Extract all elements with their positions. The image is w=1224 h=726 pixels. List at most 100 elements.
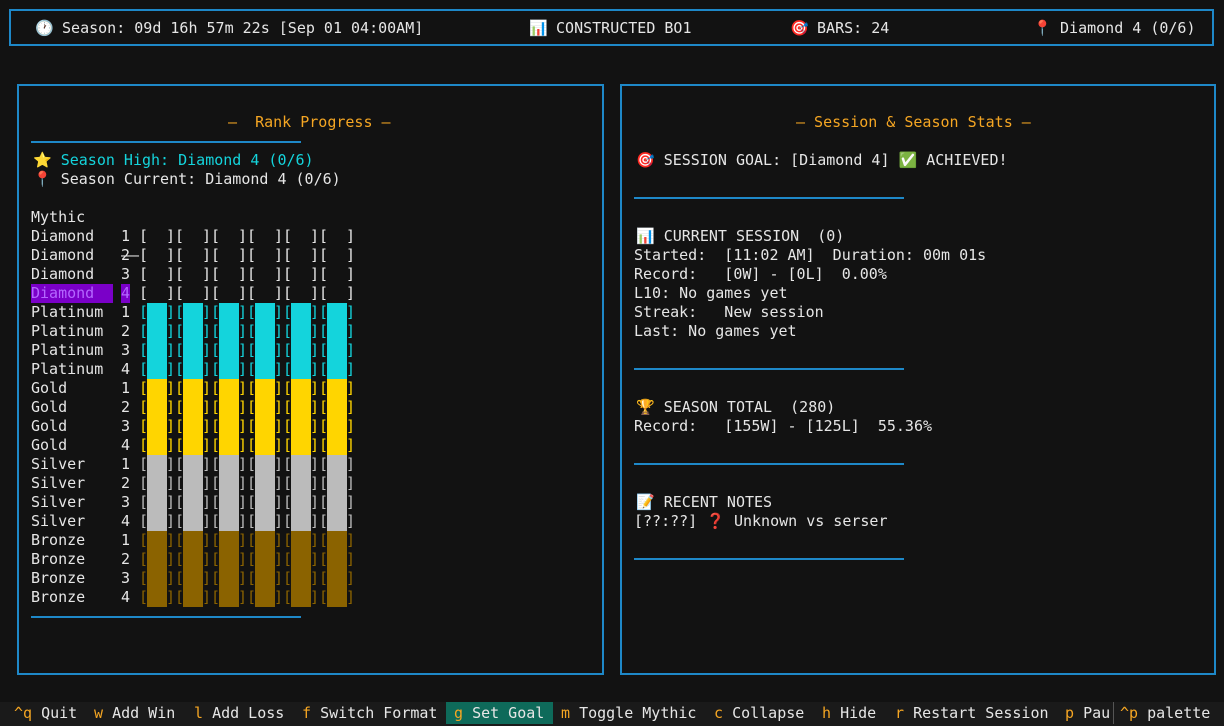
- progress-fill: [219, 322, 239, 341]
- bracket: [: [139, 265, 149, 283]
- season-record: Record: [155W] - [125L] 55.36%: [634, 417, 933, 435]
- progress-cell: []: [283, 417, 319, 436]
- progress-fill: [183, 474, 203, 493]
- progress-cell: []: [319, 436, 355, 455]
- bracket: ]: [274, 246, 284, 264]
- bracket: [: [175, 531, 185, 549]
- bracket: ]: [202, 455, 212, 473]
- shortcut-set-goal[interactable]: g Set Goal: [446, 702, 553, 724]
- bracket: [: [211, 265, 221, 283]
- key-hint: c: [714, 704, 724, 722]
- bracket: ]: [310, 398, 320, 416]
- progress-fill: [327, 493, 347, 512]
- progress-fill: [219, 512, 239, 531]
- bracket: [: [283, 227, 293, 245]
- progress-cell: []: [283, 246, 319, 265]
- shortcut-switch-format[interactable]: f Switch Format: [302, 702, 437, 724]
- bracket: [: [319, 398, 329, 416]
- bracket: ]: [274, 379, 284, 397]
- progress-fill: [327, 569, 347, 588]
- key-hint: f: [302, 704, 312, 722]
- division-label: 1: [121, 531, 131, 549]
- progress-fill: [291, 455, 311, 474]
- bracket: [: [319, 474, 329, 492]
- footer-separator: [1113, 702, 1114, 724]
- progress-cell: []: [175, 588, 211, 607]
- bracket: [: [247, 379, 257, 397]
- progress-fill: [327, 588, 347, 607]
- tier-label: Platinum: [31, 341, 104, 359]
- progress-cell: []: [139, 303, 175, 322]
- progress-fill: [219, 531, 239, 550]
- progress-cell: []: [247, 436, 283, 455]
- progress-cell: []: [139, 455, 175, 474]
- shortcut-restart-session[interactable]: r Restart Session: [895, 702, 1049, 724]
- trophy-icon: 🏆: [636, 398, 655, 416]
- bracket: [: [319, 322, 329, 340]
- bracket: ]: [274, 550, 284, 568]
- command-palette-button[interactable]: ^p palette: [1120, 702, 1210, 724]
- bracket: [: [139, 284, 149, 302]
- shortcut-toggle-mythic[interactable]: m Toggle Mythic: [561, 702, 696, 724]
- session-stats-panel: [620, 84, 1216, 675]
- progress-fill: [183, 322, 203, 341]
- progress-fill: [219, 341, 239, 360]
- shortcut-hide[interactable]: h Hide: [822, 702, 876, 724]
- bracket: ]: [202, 588, 212, 606]
- shortcut-quit[interactable]: ^q Quit: [14, 702, 77, 724]
- bracket: ]: [202, 417, 212, 435]
- bracket: [: [139, 227, 149, 245]
- progress-fill: [327, 379, 347, 398]
- bracket: [: [247, 341, 257, 359]
- division-label: 3: [121, 265, 131, 283]
- bracket: ]: [202, 550, 212, 568]
- bracket: ]: [346, 265, 356, 283]
- shortcut-add-loss[interactable]: l Add Loss: [194, 702, 284, 724]
- bracket: ]: [202, 398, 212, 416]
- bracket: [: [139, 341, 149, 359]
- bracket: ]: [166, 588, 176, 606]
- bracket: ]: [166, 303, 176, 321]
- progress-fill: [327, 550, 347, 569]
- chart-icon: 📊: [636, 227, 655, 245]
- bracket: ]: [238, 588, 248, 606]
- tier-label: Gold: [31, 436, 68, 454]
- progress-cell: []: [139, 265, 175, 284]
- bracket: ]: [346, 493, 356, 511]
- session-goal-text: SESSION GOAL: [Diamond 4]: [663, 151, 890, 169]
- bracket: [: [319, 360, 329, 378]
- bracket: ]: [202, 360, 212, 378]
- bracket: ]: [202, 303, 212, 321]
- bracket: ]: [166, 246, 176, 264]
- bracket: [: [319, 379, 329, 397]
- bracket: ]: [310, 227, 320, 245]
- bracket: [: [319, 493, 329, 511]
- divider: [31, 141, 301, 143]
- progress-cell: []: [139, 512, 175, 531]
- progress-cell: []: [139, 322, 175, 341]
- bracket: [: [139, 360, 149, 378]
- progress-cell: []: [139, 588, 175, 607]
- progress-cell: []: [211, 303, 247, 322]
- bracket: ]: [166, 341, 176, 359]
- shortcut-pau[interactable]: p Pau: [1065, 702, 1110, 724]
- bracket: ]: [166, 265, 176, 283]
- key-label: Toggle Mythic: [579, 704, 697, 722]
- division-label: 2: [121, 474, 131, 492]
- bracket: [: [319, 455, 329, 473]
- division-label: 2: [121, 322, 131, 340]
- progress-fill: [183, 379, 203, 398]
- progress-fill: [183, 360, 203, 379]
- progress-cell: []: [175, 512, 211, 531]
- bracket: [: [283, 341, 293, 359]
- progress-cell: []: [247, 512, 283, 531]
- session-streak: Streak: New session: [634, 303, 824, 321]
- division-label: 2: [121, 246, 131, 264]
- bars-text: BARS: 24: [817, 19, 890, 37]
- bracket: ]: [202, 569, 212, 587]
- shortcut-add-win[interactable]: w Add Win: [94, 702, 175, 724]
- tier-label: Gold: [31, 398, 68, 416]
- key-label: Set Goal: [472, 704, 545, 722]
- shortcut-collapse[interactable]: c Collapse: [714, 702, 804, 724]
- bracket: ]: [310, 531, 320, 549]
